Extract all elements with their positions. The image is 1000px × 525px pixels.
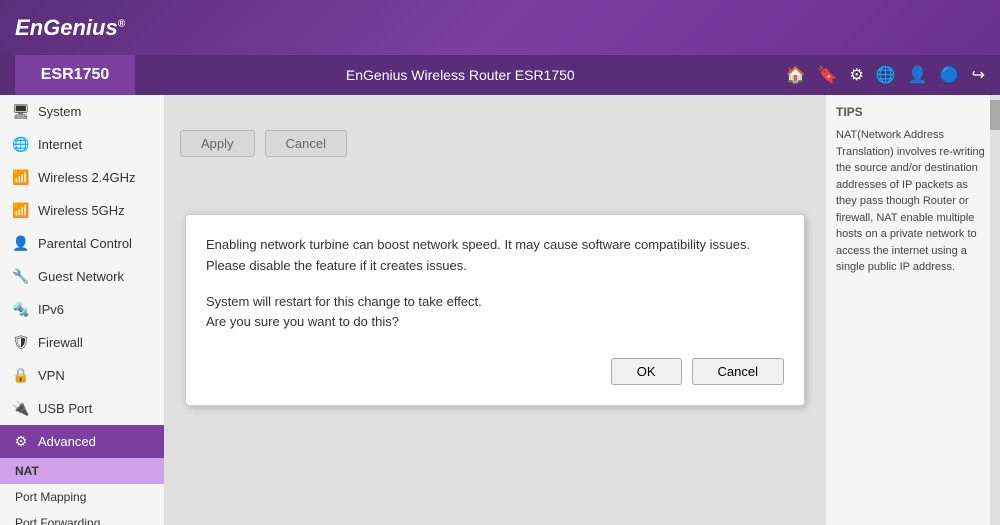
sidebar-sub-port-forwarding[interactable]: Port Forwarding bbox=[0, 510, 164, 525]
sidebar-sub-port-mapping-label: Port Mapping bbox=[15, 490, 86, 504]
sidebar-sub-nat[interactable]: NAT bbox=[0, 458, 164, 484]
logout-icon[interactable]: ↪ bbox=[972, 65, 985, 85]
main-layout: 🖥 System 🌐 Internet 📶 Wireless 2.4GHz 📶 … bbox=[0, 95, 1000, 525]
navbar: ESR1750 EnGenius Wireless Router ESR1750… bbox=[0, 55, 1000, 95]
advanced-icon: ⚙ bbox=[12, 433, 30, 450]
confirmation-dialog: Enabling network turbine can boost netwo… bbox=[185, 214, 805, 406]
sidebar-item-guest-network[interactable]: 🔧 Guest Network bbox=[0, 260, 164, 293]
sidebar: 🖥 System 🌐 Internet 📶 Wireless 2.4GHz 📶 … bbox=[0, 95, 165, 525]
sidebar-label-advanced: Advanced bbox=[38, 434, 96, 449]
dialog-overlay: Enabling network turbine can boost netwo… bbox=[165, 95, 825, 525]
logo-reg: ® bbox=[118, 18, 125, 29]
vpn-icon: 🔒 bbox=[12, 367, 30, 384]
user-icon[interactable]: 👤 bbox=[908, 65, 928, 85]
account-icon[interactable]: 🔵 bbox=[940, 65, 960, 85]
sidebar-label-wireless24: Wireless 2.4GHz bbox=[38, 170, 136, 185]
home-icon[interactable]: 🏠 bbox=[786, 65, 806, 85]
sidebar-item-wireless-5[interactable]: 📶 Wireless 5GHz bbox=[0, 194, 164, 227]
firewall-icon: 🛡 bbox=[12, 334, 30, 351]
sidebar-label-ipv6: IPv6 bbox=[38, 302, 64, 317]
right-panel-text: NAT(Network Address Translation) involve… bbox=[836, 127, 990, 276]
sidebar-item-ipv6[interactable]: 🔩 IPv6 bbox=[0, 293, 164, 326]
navbar-title: EnGenius Wireless Router ESR1750 bbox=[135, 67, 786, 83]
scrollbar-thumb[interactable] bbox=[990, 100, 1000, 130]
globe-icon[interactable]: 🌐 bbox=[876, 65, 896, 85]
sidebar-item-advanced[interactable]: ⚙ Advanced bbox=[0, 425, 164, 458]
sidebar-label-firewall: Firewall bbox=[38, 335, 83, 350]
parental-icon: 👤 bbox=[12, 235, 30, 252]
sidebar-item-vpn[interactable]: 🔒 VPN bbox=[0, 359, 164, 392]
dialog-cancel-button[interactable]: Cancel bbox=[692, 358, 784, 385]
internet-icon: 🌐 bbox=[12, 136, 30, 153]
dialog-restart-notice: System will restart for this change to t… bbox=[206, 292, 784, 334]
right-panel-title: TIPS bbox=[836, 105, 990, 119]
sidebar-sub-port-mapping[interactable]: Port Mapping bbox=[0, 484, 164, 510]
header: EnGenius® bbox=[0, 0, 1000, 55]
dialog-message: Enabling network turbine can boost netwo… bbox=[206, 235, 784, 277]
device-model: ESR1750 bbox=[15, 55, 135, 95]
wireless5-icon: 📶 bbox=[12, 202, 30, 219]
sidebar-label-vpn: VPN bbox=[38, 368, 65, 383]
dialog-ok-button[interactable]: OK bbox=[611, 358, 682, 385]
sidebar-sub-port-forwarding-label: Port Forwarding bbox=[15, 516, 100, 525]
sidebar-item-usb-port[interactable]: 🔌 USB Port bbox=[0, 392, 164, 425]
content-area: Apply Cancel Enabling network turbine ca… bbox=[165, 95, 825, 525]
sidebar-item-firewall[interactable]: 🛡 Firewall bbox=[0, 326, 164, 359]
right-panel: TIPS NAT(Network Address Translation) in… bbox=[825, 95, 1000, 525]
sidebar-label-internet: Internet bbox=[38, 137, 82, 152]
restart-notice-text: System will restart for this change to t… bbox=[206, 294, 482, 309]
navbar-icons: 🏠 🔖 ⚙ 🌐 👤 🔵 ↪ bbox=[786, 65, 985, 85]
sidebar-item-system[interactable]: 🖥 System bbox=[0, 95, 164, 128]
guest-icon: 🔧 bbox=[12, 268, 30, 285]
bookmark-icon[interactable]: 🔖 bbox=[818, 65, 838, 85]
sidebar-sub-nat-label: NAT bbox=[15, 464, 39, 478]
settings-icon[interactable]: ⚙ bbox=[849, 65, 863, 85]
sidebar-item-parental-control[interactable]: 👤 Parental Control bbox=[0, 227, 164, 260]
ipv6-icon: 🔩 bbox=[12, 301, 30, 318]
sidebar-label-system: System bbox=[38, 104, 81, 119]
system-icon: 🖥 bbox=[12, 103, 30, 120]
wireless24-icon: 📶 bbox=[12, 169, 30, 186]
sidebar-label-usb: USB Port bbox=[38, 401, 92, 416]
sidebar-item-internet[interactable]: 🌐 Internet bbox=[0, 128, 164, 161]
confirm-question-text: Are you sure you want to do this? bbox=[206, 314, 399, 329]
sidebar-item-wireless-24[interactable]: 📶 Wireless 2.4GHz bbox=[0, 161, 164, 194]
dialog-buttons: OK Cancel bbox=[206, 358, 784, 385]
logo: EnGenius® bbox=[15, 15, 125, 41]
sidebar-label-parental: Parental Control bbox=[38, 236, 132, 251]
usb-icon: 🔌 bbox=[12, 400, 30, 417]
sidebar-label-guest: Guest Network bbox=[38, 269, 124, 284]
scrollbar-track[interactable] bbox=[990, 95, 1000, 525]
logo-text: EnGenius bbox=[15, 15, 118, 40]
sidebar-label-wireless5: Wireless 5GHz bbox=[38, 203, 125, 218]
